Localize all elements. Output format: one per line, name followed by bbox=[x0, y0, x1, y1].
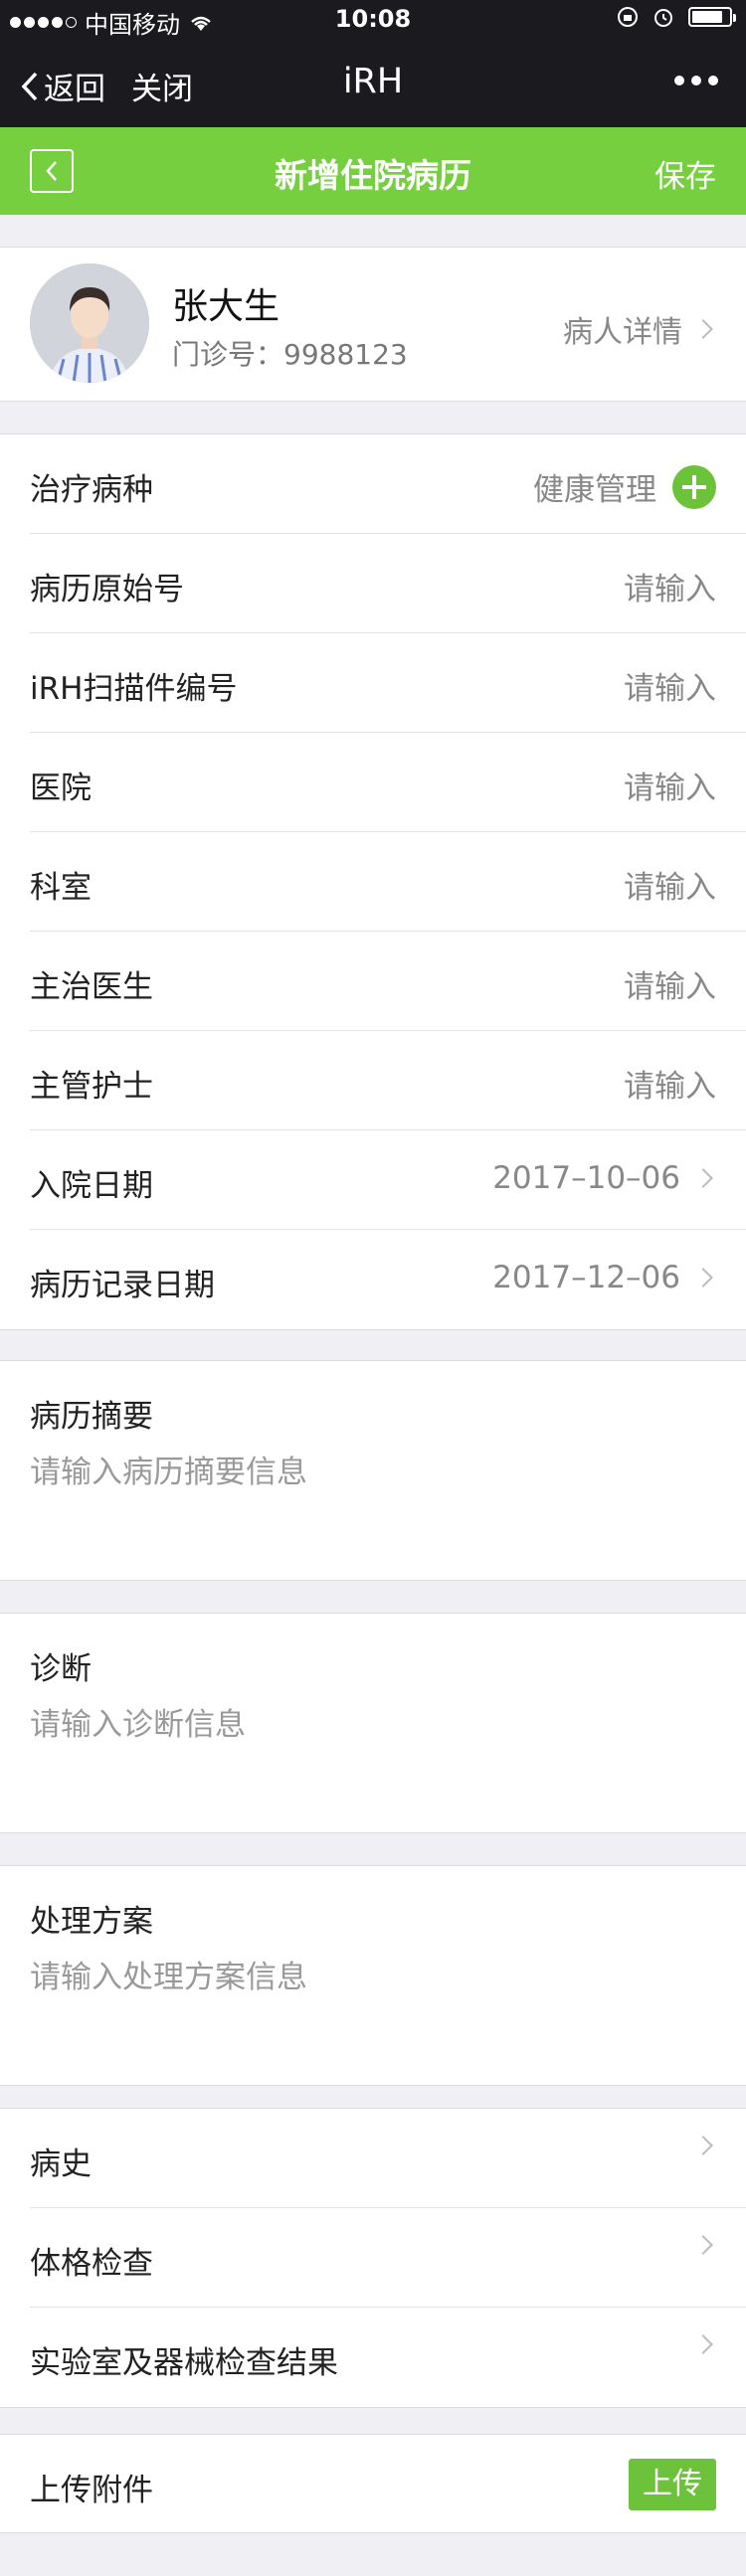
lab-results-label: 实验室及器械检查结果 bbox=[30, 2345, 338, 2381]
form-row-attending-doctor[interactable]: 主治医生 请输入 bbox=[30, 932, 746, 1031]
summary-input[interactable]: 请输入病历摘要信息 bbox=[30, 1447, 307, 1491]
status-bar: 中国移动 10:08 bbox=[0, 0, 746, 40]
diagnosis-section: 诊断 请输入诊断信息 bbox=[0, 1613, 746, 1833]
patient-name: 张大生 bbox=[172, 286, 280, 327]
attending-doctor-input[interactable]: 请输入 bbox=[624, 961, 716, 1006]
record-form: 治疗病种 健康管理 病历原始号 请输入 iRH扫描件编号 请输入 医院 请输入 … bbox=[0, 433, 746, 1330]
record-date-text: 2017–12–06 bbox=[492, 1260, 680, 1295]
alarm-icon bbox=[654, 9, 672, 27]
form-row-admission-date[interactable]: 入院日期 2017–10–06 bbox=[30, 1130, 746, 1230]
save-button[interactable]: 保存 bbox=[654, 151, 716, 196]
treatment-input[interactable]: 请输入处理方案信息 bbox=[30, 1952, 307, 1996]
form-row-department[interactable]: 科室 请输入 bbox=[30, 832, 746, 932]
summary-title: 病历摘要 bbox=[30, 1399, 153, 1435]
chevron-right-icon bbox=[693, 1168, 713, 1188]
record-original-no-label: 病历原始号 bbox=[30, 572, 184, 607]
more-icon[interactable] bbox=[674, 76, 718, 86]
add-disease-icon[interactable] bbox=[672, 464, 716, 509]
attending-doctor-label: 主治医生 bbox=[30, 969, 153, 1005]
department-input[interactable]: 请输入 bbox=[624, 862, 716, 907]
history-label: 病史 bbox=[30, 2147, 92, 2182]
attachment-row: 上传附件 上传 bbox=[0, 2434, 746, 2533]
nav-bar: 返回 关闭 iRH bbox=[0, 40, 746, 127]
clinic-number: 门诊号：9988123 bbox=[172, 338, 408, 371]
detail-links: 病史 体格检查 实验室及器械检查结果 bbox=[0, 2108, 746, 2408]
avatar bbox=[30, 263, 149, 383]
irh-scan-no-input[interactable]: 请输入 bbox=[624, 663, 716, 708]
rotation-lock-icon bbox=[618, 7, 638, 27]
disease-type-label: 治疗病种 bbox=[30, 472, 153, 508]
chevron-right-icon bbox=[693, 2235, 713, 2255]
record-date-label: 病历记录日期 bbox=[30, 1268, 215, 1303]
page-header: 新增住院病历 保存 bbox=[0, 127, 746, 215]
disease-type-text: 健康管理 bbox=[533, 472, 656, 508]
patient-detail-link[interactable]: 病人详情 bbox=[563, 307, 716, 351]
lab-results-chevron bbox=[693, 2334, 716, 2354]
department-label: 科室 bbox=[30, 870, 92, 906]
status-right bbox=[617, 6, 736, 28]
form-row-disease-type[interactable]: 治疗病种 健康管理 bbox=[30, 434, 746, 534]
attachment-label: 上传附件 bbox=[30, 2473, 153, 2508]
admission-date-label: 入院日期 bbox=[30, 1168, 153, 1204]
irh-scan-no-label: iRH扫描件编号 bbox=[30, 671, 238, 707]
patient-card[interactable]: 张大生 门诊号：9988123 病人详情 bbox=[0, 247, 746, 402]
hospital-label: 医院 bbox=[30, 771, 92, 806]
chevron-right-icon bbox=[693, 1268, 713, 1288]
form-row-head-nurse[interactable]: 主管护士 请输入 bbox=[30, 1031, 746, 1130]
chevron-right-icon bbox=[693, 319, 713, 339]
summary-section: 病历摘要 请输入病历摘要信息 bbox=[0, 1360, 746, 1581]
physical-exam-label: 体格检查 bbox=[30, 2246, 153, 2282]
admission-date-text: 2017–10–06 bbox=[492, 1160, 680, 1196]
record-date-value: 2017–12–06 bbox=[492, 1260, 716, 1295]
hospital-input[interactable]: 请输入 bbox=[624, 763, 716, 807]
nav-title: iRH bbox=[342, 62, 404, 101]
upload-button[interactable]: 上传 bbox=[629, 2459, 716, 2510]
form-row-record-original-no[interactable]: 病历原始号 请输入 bbox=[30, 534, 746, 633]
physical-exam-chevron bbox=[693, 2235, 716, 2255]
battery-icon bbox=[688, 7, 736, 27]
history-link[interactable]: 病史 bbox=[30, 2109, 746, 2208]
lab-results-link[interactable]: 实验室及器械检查结果 bbox=[30, 2308, 746, 2407]
treatment-title: 处理方案 bbox=[30, 1904, 153, 1940]
page-title: 新增住院病历 bbox=[275, 156, 471, 195]
treatment-section: 处理方案 请输入处理方案信息 bbox=[0, 1865, 746, 2086]
form-row-irh-scan-no[interactable]: iRH扫描件编号 请输入 bbox=[30, 633, 746, 733]
head-nurse-label: 主管护士 bbox=[30, 1069, 153, 1105]
record-original-no-input[interactable]: 请输入 bbox=[624, 564, 716, 608]
admission-date-value: 2017–10–06 bbox=[492, 1160, 716, 1196]
physical-exam-link[interactable]: 体格检查 bbox=[30, 2208, 746, 2308]
diagnosis-input[interactable]: 请输入诊断信息 bbox=[30, 1699, 246, 1744]
disease-type-value: 健康管理 bbox=[533, 464, 716, 509]
patient-detail-label: 病人详情 bbox=[563, 315, 682, 350]
form-row-record-date[interactable]: 病历记录日期 2017–12–06 bbox=[30, 1230, 746, 1329]
diagnosis-title: 诊断 bbox=[30, 1651, 92, 1687]
head-nurse-input[interactable]: 请输入 bbox=[624, 1061, 716, 1106]
history-chevron bbox=[693, 2136, 716, 2155]
chevron-right-icon bbox=[693, 2334, 713, 2354]
chevron-right-icon bbox=[693, 2136, 713, 2155]
form-row-hospital[interactable]: 医院 请输入 bbox=[30, 733, 746, 832]
